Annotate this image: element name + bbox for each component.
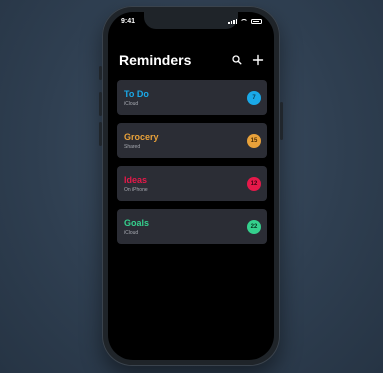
notch bbox=[144, 12, 238, 29]
mute-switch bbox=[99, 66, 102, 80]
status-icons bbox=[228, 19, 262, 24]
list-subtitle: iCloud bbox=[124, 230, 139, 236]
signal-icon bbox=[228, 19, 237, 24]
add-list-button[interactable] bbox=[251, 53, 265, 67]
count-badge: 12 bbox=[247, 177, 261, 191]
volume-down-button bbox=[99, 122, 102, 146]
phone-frame: 9:41 Reminders To Do iCloud 7 Grocery Sh… bbox=[99, 6, 283, 366]
list-subtitle: Shared bbox=[124, 144, 141, 150]
list-item-grocery[interactable]: Grocery Shared 15 bbox=[117, 123, 267, 158]
volume-up-button bbox=[99, 92, 102, 116]
list-subtitle: iCloud bbox=[124, 101, 139, 107]
count-badge: 7 bbox=[247, 91, 261, 105]
status-time: 9:41 bbox=[121, 18, 136, 25]
list-name: Grocery bbox=[124, 132, 159, 142]
power-button bbox=[280, 102, 283, 140]
count-badge: 15 bbox=[247, 134, 261, 148]
phone-screen: 9:41 Reminders To Do iCloud 7 Grocery Sh… bbox=[108, 12, 274, 360]
list-subtitle: On iPhone bbox=[124, 187, 148, 193]
list-item-ideas[interactable]: Ideas On iPhone 12 bbox=[117, 166, 267, 201]
wifi-icon bbox=[240, 19, 248, 24]
battery-icon bbox=[251, 19, 262, 24]
search-icon bbox=[232, 55, 242, 65]
list-item-todo[interactable]: To Do iCloud 7 bbox=[117, 80, 267, 115]
list-name: To Do bbox=[124, 89, 149, 99]
list-name: Ideas bbox=[124, 175, 148, 185]
search-button[interactable] bbox=[230, 53, 244, 67]
page-title: Reminders bbox=[119, 52, 192, 68]
count-badge: 22 bbox=[247, 220, 261, 234]
list-item-goals[interactable]: Goals iCloud 22 bbox=[117, 209, 267, 244]
list-name: Goals bbox=[124, 218, 150, 228]
plus-icon bbox=[252, 54, 264, 66]
